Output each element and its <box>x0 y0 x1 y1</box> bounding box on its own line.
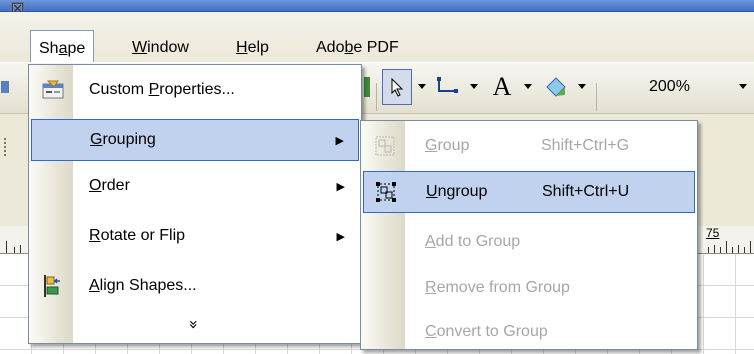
ruler-tick <box>708 247 709 253</box>
custom-properties-icon <box>39 76 67 104</box>
ruler-tick <box>750 241 751 253</box>
menu-item-rotate-or-flip[interactable]: Rotate or Flip ▶ <box>31 215 359 257</box>
menu-label: Window <box>132 39 189 56</box>
toolbar-partial-icon[interactable] <box>0 69 10 105</box>
menu-label: Adobe PDF <box>316 39 399 56</box>
submenu-item-remove-from-group[interactable]: Remove from Group <box>363 267 695 309</box>
submenu-item-group[interactable]: Group Shift+Ctrl+G <box>363 125 695 167</box>
ungroup-icon <box>372 178 400 206</box>
shortcut-label: Shift+Ctrl+U <box>542 183 630 200</box>
connector-tool-button[interactable] <box>432 69 464 105</box>
menu-label: Grouping <box>90 131 156 148</box>
align-shapes-icon <box>39 272 67 300</box>
menu-help[interactable]: Help <box>228 30 277 66</box>
connector-icon <box>437 77 458 93</box>
submenu-arrow-icon: ▶ <box>335 134 344 147</box>
title-bar <box>0 0 754 12</box>
menu-item-align-shapes[interactable]: Align Shapes... <box>31 265 359 307</box>
shape-menu: Custom Properties... Grouping ▶ Order ▶ … <box>28 64 362 344</box>
menu-label: Add to Group <box>425 233 521 250</box>
ruler-tick <box>720 247 721 253</box>
menu-item-grouping[interactable]: Grouping ▶ <box>31 119 359 161</box>
chevron-down-icon <box>470 84 478 89</box>
chevron-down-icon <box>524 84 532 89</box>
submenu-item-ungroup[interactable]: Ungroup Shift+Ctrl+U <box>363 171 695 213</box>
ruler-tick <box>714 245 715 253</box>
text-tool-button[interactable]: A <box>486 69 518 105</box>
menu-label: Ungroup <box>426 183 488 200</box>
ruler-tick <box>14 247 15 253</box>
zoom-combobox[interactable]: 200% <box>604 69 714 105</box>
menu-label: Remove from Group <box>425 279 570 296</box>
pointer-icon <box>391 77 404 97</box>
ruler-tick <box>738 245 739 253</box>
shortcut-label: Shift+Ctrl+G <box>541 137 630 154</box>
chevron-down-icon <box>418 84 426 89</box>
menu-label: Rotate or Flip <box>89 227 186 244</box>
menu-item-order[interactable]: Order ▶ <box>31 165 359 207</box>
ruler-label: 75 <box>706 226 720 240</box>
submenu-item-add-to-group[interactable]: Add to Group <box>363 221 695 263</box>
ruler-tick <box>6 241 7 253</box>
green-shape-icon <box>364 77 370 97</box>
toolbar-grip[interactable] <box>4 138 8 156</box>
ruler-tick <box>20 245 21 253</box>
menu-window[interactable]: Window <box>124 30 197 66</box>
pointer-tool-dropdown[interactable] <box>414 69 430 105</box>
ruler-tick <box>732 247 733 253</box>
toolbar-separator <box>376 83 377 111</box>
text-tool-dropdown[interactable] <box>520 69 536 105</box>
paint-bucket-icon <box>546 77 566 97</box>
fill-tool-dropdown[interactable] <box>574 69 590 105</box>
ruler-tick <box>744 247 745 253</box>
zoom-value: 200% <box>649 78 690 95</box>
connector-tool-partial[interactable] <box>362 69 374 105</box>
menu-label: Shape <box>39 40 86 57</box>
submenu-item-convert-to-group[interactable]: Convert to Group <box>363 311 695 353</box>
menu-label: Convert to Group <box>425 323 548 340</box>
menu-bar: Shape Window Help Adobe PDF <box>0 12 754 69</box>
toolbar-separator <box>596 83 597 111</box>
menu-item-custom-properties[interactable]: Custom Properties... <box>31 69 359 111</box>
menu-label: Custom Properties... <box>89 81 235 98</box>
chevron-down-icon <box>739 84 747 89</box>
partial-icon <box>1 81 9 93</box>
fill-tool-button[interactable] <box>540 69 572 105</box>
group-icon <box>371 132 399 160</box>
menu-label: Order <box>89 177 130 194</box>
submenu-arrow-icon: ▶ <box>336 230 345 243</box>
pointer-tool-button[interactable] <box>382 69 412 105</box>
menu-label: Group <box>425 137 470 154</box>
zoom-dropdown[interactable] <box>734 69 752 105</box>
grouping-submenu: Group Shift+Ctrl+G Ungroup Shift+Ctrl+U … <box>360 120 698 350</box>
text-tool-icon: A <box>492 72 512 101</box>
ruler-tick <box>726 241 727 253</box>
menu-label: Align Shapes... <box>89 277 197 294</box>
submenu-arrow-icon: ▶ <box>336 180 345 193</box>
chevron-down-icon <box>578 84 586 89</box>
connector-tool-dropdown[interactable] <box>466 69 482 105</box>
expand-menu-chevron-icon[interactable]: » <box>184 315 203 334</box>
menu-adobe-pdf[interactable]: Adobe PDF <box>308 30 407 66</box>
menu-label: Help <box>236 39 269 56</box>
